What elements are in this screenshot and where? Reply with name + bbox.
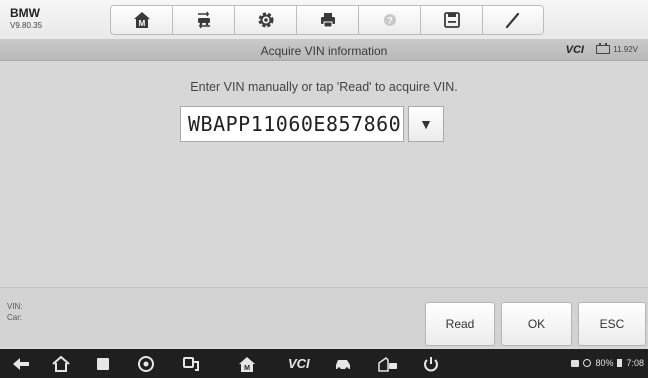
shop-manager-button[interactable] <box>377 354 399 374</box>
printer-icon <box>320 13 335 28</box>
read-button[interactable]: Read <box>425 302 495 346</box>
vehicle-swap-button[interactable] <box>172 5 234 35</box>
power-button[interactable] <box>420 354 442 374</box>
save-icon <box>443 12 460 28</box>
vin-dropdown-button[interactable]: ▼ <box>408 106 444 142</box>
data-log-button[interactable] <box>482 5 544 35</box>
vin-prompt: Enter VIN manually or tap 'Read' to acqu… <box>190 80 458 94</box>
tool-group: M ? <box>110 5 544 35</box>
svg-text:M: M <box>244 365 250 372</box>
garage-icon <box>378 357 397 372</box>
page-title: Acquire VIN information <box>260 44 388 58</box>
system-nav-bar: M VCI 80% 7:08 <box>0 349 648 378</box>
clock: 7:08 <box>626 358 644 368</box>
vci-status-icon: VCI <box>565 44 584 56</box>
home-nav-button[interactable] <box>50 354 72 374</box>
vin-label: VIN: <box>7 302 23 311</box>
help-icon: ? <box>383 14 396 26</box>
top-toolbar: BMW V9.80.35 M ? <box>0 0 648 40</box>
app-name: BMW <box>10 6 40 20</box>
recent-apps-icon <box>97 358 109 370</box>
back-button[interactable] <box>10 354 32 374</box>
vci-connect-button[interactable] <box>180 354 202 374</box>
home-button[interactable]: M <box>110 5 172 35</box>
vin-entry: WBAPP11060E857860 ▼ <box>180 106 444 142</box>
home-m-icon: M <box>239 357 255 372</box>
info-bar: VIN: Car: Read OK ESC <box>0 287 648 347</box>
chevron-down-icon: ▼ <box>419 116 433 132</box>
car-label: Car: <box>7 313 23 322</box>
save-button[interactable] <box>420 5 482 35</box>
status-area: 80% 7:08 <box>571 358 644 368</box>
print-button[interactable] <box>296 5 358 35</box>
battery-icon <box>617 359 623 367</box>
sync-icon <box>583 359 592 367</box>
gear-icon <box>258 12 273 28</box>
pen-icon <box>505 12 520 29</box>
vci-nav-button[interactable]: VCI <box>288 356 310 371</box>
back-arrow-icon <box>13 358 29 370</box>
car-battery-icon <box>596 43 611 54</box>
home-icon: M <box>133 12 150 28</box>
esc-button[interactable]: ESC <box>578 302 646 346</box>
voltage-value: 11.92V <box>613 45 638 54</box>
chrome-icon <box>138 356 154 372</box>
svg-text:?: ? <box>387 16 393 26</box>
ok-button[interactable]: OK <box>501 302 572 346</box>
title-bar: Acquire VIN information VCI 11.92V <box>0 40 648 61</box>
voltage-indicator: 11.92V <box>596 43 638 54</box>
car-icon <box>336 360 350 371</box>
browser-button[interactable] <box>135 354 157 374</box>
house-icon <box>52 355 70 372</box>
message-icon <box>571 359 580 367</box>
settings-button[interactable] <box>234 5 296 35</box>
power-icon <box>424 357 438 372</box>
diagnostic-home-button[interactable]: M <box>236 354 258 374</box>
help-button[interactable]: ? <box>358 5 420 35</box>
recent-apps-button[interactable] <box>92 354 114 374</box>
connector-icon <box>183 357 199 371</box>
app-version: V9.80.35 <box>10 21 43 30</box>
remote-expert-button[interactable] <box>332 354 354 374</box>
main-panel: Enter VIN manually or tap 'Read' to acqu… <box>0 62 648 287</box>
battery-percent: 80% <box>595 358 614 368</box>
vehicle-swap-icon <box>197 11 210 29</box>
vin-input[interactable]: WBAPP11060E857860 <box>180 106 404 142</box>
svg-text:M: M <box>138 19 145 28</box>
